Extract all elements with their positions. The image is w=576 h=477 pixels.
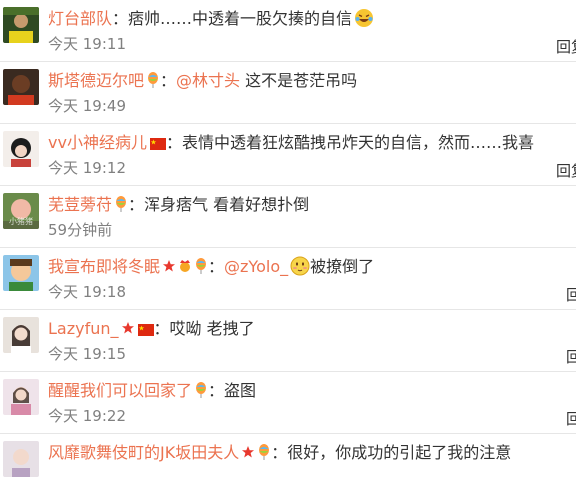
reply-button[interactable]: 回 — [566, 408, 576, 429]
avatar[interactable] — [3, 69, 39, 105]
comment-item: 小猪猪 芜荳蒡苻 ：浑身痞气 看着好想扑倒 59分钟前 — [0, 186, 576, 248]
star-badge-icon — [241, 443, 255, 458]
comment-text: 这不是苍茫吊吗 — [240, 71, 358, 90]
comment-item: 风靡歌舞伎町的JK坂田夫人 ：很好，你成功的引起了我的注意 — [0, 434, 576, 477]
star-badge-icon — [162, 257, 176, 272]
timestamp: 今天 19:11 — [48, 35, 126, 53]
comment-item: 斯塔德迈尔吧 ：@林寸头 这不是苍茫吊吗 今天 19:49 — [0, 62, 576, 124]
balloon-badge-icon — [194, 258, 208, 274]
balloon-badge-icon — [257, 444, 271, 460]
username[interactable]: 风靡歌舞伎町的JK坂田夫人 — [48, 443, 239, 462]
username[interactable]: 芜荳蒡苻 — [48, 195, 112, 214]
comment-item: vv小神经病儿 ：表情中透着狂炫酷拽吊炸天的自信，然而……我喜 今天 19:12 … — [0, 124, 576, 186]
comment-list: 灯台部队：痞帅……中透着一股欠揍的自信 今天 19:11 回复 斯塔德迈尔吧：@… — [0, 0, 576, 477]
laughing-tears-emoji-icon — [354, 8, 374, 28]
avatar[interactable] — [3, 379, 39, 415]
avatar[interactable]: 小猪猪 — [3, 193, 39, 229]
timestamp: 今天 19:49 — [48, 97, 126, 115]
crown-badge-icon — [178, 258, 192, 274]
comment-item: 我宣布即将冬眠 ：@zYolo_ 被撩倒了 今天 19:18 回 — [0, 248, 576, 310]
comment-text: 痞帅……中透着一股欠揍的自信 — [128, 9, 353, 28]
china-flag-icon — [149, 134, 166, 150]
comment-item: 灯台部队：痞帅……中透着一股欠揍的自信 今天 19:11 回复 — [0, 0, 576, 62]
avatar[interactable] — [3, 441, 39, 477]
timestamp: 今天 19:22 — [48, 407, 126, 425]
china-flag-icon — [137, 320, 154, 336]
reply-button[interactable]: 回 — [566, 346, 576, 367]
comment-text: 被撩倒了 — [310, 257, 375, 276]
username[interactable]: 我宣布即将冬眠 — [48, 257, 160, 276]
username[interactable]: Lazyfun_ — [48, 319, 119, 338]
username[interactable]: 灯台部队 — [48, 9, 112, 28]
star-badge-icon — [121, 319, 135, 334]
balloon-badge-icon — [114, 196, 128, 212]
comment-text: 盗图 — [224, 381, 257, 400]
comment-text: 浑身痞气 看着好想扑倒 — [144, 195, 310, 214]
timestamp: 今天 19:15 — [48, 345, 126, 363]
timestamp: 59分钟前 — [48, 221, 113, 239]
username[interactable]: 醒醒我们可以回家了 — [48, 381, 192, 400]
avatar[interactable] — [3, 317, 39, 353]
timestamp: 今天 19:12 — [48, 159, 126, 177]
balloon-badge-icon — [146, 72, 160, 88]
blushing-face-emoji-icon — [290, 256, 310, 276]
avatar[interactable] — [3, 7, 39, 43]
reply-button[interactable]: 回 — [566, 284, 576, 305]
username[interactable]: 斯塔德迈尔吧 — [48, 71, 144, 90]
comment-text: 哎呦 老拽了 — [169, 319, 255, 338]
username[interactable]: vv小神经病儿 — [48, 133, 147, 152]
comment-item: Lazyfun_ ：哎呦 老拽了 今天 19:15 回 — [0, 310, 576, 372]
reply-button[interactable]: 回复 — [556, 160, 576, 181]
comment-item: 醒醒我们可以回家了 ：盗图 今天 19:22 回 — [0, 372, 576, 434]
timestamp: 今天 19:18 — [48, 283, 126, 301]
reply-button[interactable]: 回复 — [556, 36, 576, 57]
avatar[interactable] — [3, 255, 39, 291]
mention-link[interactable]: @zYolo_ — [224, 257, 288, 276]
comment-text: 表情中透着狂炫酷拽吊炸天的自信，然而……我喜 — [181, 133, 534, 152]
avatar[interactable] — [3, 131, 39, 167]
balloon-badge-icon — [194, 382, 208, 398]
comment-text: 很好，你成功的引起了我的注意 — [287, 443, 512, 462]
mention-link[interactable]: @林寸头 — [176, 71, 240, 90]
avatar-watermark: 小猪猪 — [9, 217, 33, 226]
